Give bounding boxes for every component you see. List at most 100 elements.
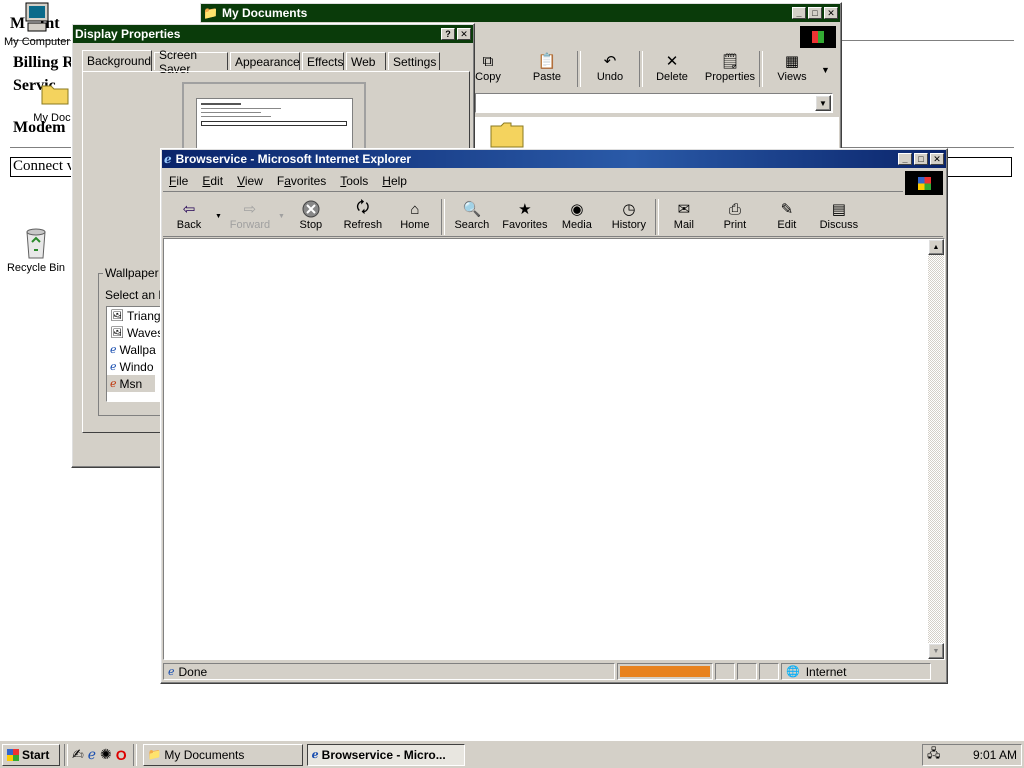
toolbar-label: Favorites bbox=[502, 219, 548, 231]
back-button[interactable]: ⇦ Back bbox=[163, 199, 215, 231]
tab-settings[interactable]: Settings bbox=[388, 52, 440, 70]
tab-web[interactable]: Web bbox=[346, 52, 386, 70]
stop-icon bbox=[301, 199, 321, 219]
billing-heading: Billing R bbox=[13, 54, 74, 71]
windows-logo-icon bbox=[800, 26, 836, 48]
quick-launch: ✍ ℯ ✺ O bbox=[72, 746, 127, 763]
zone-label: Internet bbox=[805, 664, 847, 679]
scroll-up-button[interactable]: ▲ bbox=[928, 239, 944, 255]
ie-content-area[interactable]: ▲ ▼ bbox=[163, 238, 945, 660]
menu-view[interactable]: View bbox=[237, 174, 263, 188]
print-button[interactable]: ⎙ Print bbox=[709, 199, 761, 232]
forward-dropdown-icon[interactable]: ▼ bbox=[278, 213, 285, 220]
mail-button[interactable]: ✉ Mail bbox=[659, 199, 709, 231]
forward-button[interactable]: ⇨ Forward bbox=[222, 199, 278, 231]
chevron-down-icon[interactable]: ▼ bbox=[815, 95, 831, 111]
undo-button[interactable]: ↶ Undo bbox=[581, 51, 639, 83]
ie-launch-icon[interactable]: ℯ bbox=[88, 746, 96, 763]
menu-favorites[interactable]: Favorites bbox=[277, 174, 326, 188]
maximize-button[interactable]: □ bbox=[914, 153, 928, 165]
opera-icon[interactable]: O bbox=[116, 747, 127, 763]
help-button[interactable]: ? bbox=[441, 28, 455, 40]
select-html-label: Select an H bbox=[105, 288, 168, 302]
tab-appearance[interactable]: Appearance bbox=[230, 52, 300, 70]
paste-icon: 📋 bbox=[537, 53, 557, 70]
connect-input-value: Connect v bbox=[13, 158, 75, 174]
show-desktop-icon[interactable]: ✍ bbox=[72, 746, 84, 763]
home-icon: ⌂ bbox=[410, 200, 420, 218]
history-icon: ◷ bbox=[622, 201, 636, 218]
close-button[interactable]: ✕ bbox=[457, 28, 471, 40]
menu-edit[interactable]: Edit bbox=[202, 174, 223, 188]
minimize-button[interactable]: _ bbox=[898, 153, 912, 165]
maximize-button[interactable]: □ bbox=[808, 7, 822, 19]
toolbar-label: Views bbox=[777, 71, 807, 83]
address-combobox[interactable]: ▼ bbox=[475, 93, 833, 113]
taskbar-separator bbox=[64, 743, 68, 766]
tab-effects[interactable]: Effects bbox=[302, 52, 344, 70]
back-dropdown-icon[interactable]: ▼ bbox=[215, 213, 222, 220]
taskbar-item-my-documents[interactable]: 📁 My Documents bbox=[142, 743, 303, 766]
taskbar-item-browservice[interactable]: ℯ Browservice - Micro... bbox=[306, 743, 465, 766]
ie-menubar: File Edit View Favorites Tools Help bbox=[163, 171, 903, 192]
start-button[interactable]: Start bbox=[2, 743, 60, 766]
status-panel-empty bbox=[715, 663, 735, 680]
tab-screen-saver[interactable]: Screen Saver bbox=[154, 48, 228, 76]
folder-icon: 📁 bbox=[203, 6, 218, 20]
history-button[interactable]: ◷ History bbox=[603, 199, 655, 231]
minimize-button[interactable]: _ bbox=[792, 7, 806, 19]
tab-label: Background bbox=[87, 54, 152, 68]
discuss-button[interactable]: ▤ Discuss bbox=[813, 199, 865, 231]
back-arrow-icon: ⇦ bbox=[182, 201, 196, 218]
delete-button[interactable]: ✕ Delete bbox=[643, 51, 701, 83]
views-dropdown-icon[interactable]: ▼ bbox=[821, 65, 830, 75]
home-button[interactable]: ⌂ Home bbox=[389, 199, 441, 232]
refresh-button[interactable]: 🗘 Refresh bbox=[337, 199, 389, 232]
scroll-down-button[interactable]: ▼ bbox=[928, 643, 944, 659]
toolbar-label: Undo bbox=[596, 71, 624, 83]
search-button[interactable]: 🔍 Search bbox=[445, 199, 499, 231]
toolbar-label: Media bbox=[561, 219, 592, 231]
network-tray-icon[interactable]: 🖧 bbox=[927, 744, 940, 765]
tab-background[interactable]: Background bbox=[82, 50, 152, 71]
recycle-bin-icon bbox=[26, 228, 46, 259]
close-button[interactable]: ✕ bbox=[824, 7, 838, 19]
task-label: My Documents bbox=[164, 747, 245, 762]
html-doc-icon: ℯ bbox=[110, 361, 117, 373]
toolbar-label: Refresh bbox=[343, 219, 383, 231]
taskbar: Start ✍ ℯ ✺ O 📁 My Documents ℯ Browservi… bbox=[0, 740, 1024, 768]
list-item-selected[interactable]: ℯ Msn bbox=[107, 375, 155, 392]
edit-button[interactable]: ✎ Edit bbox=[761, 199, 813, 231]
forward-arrow-icon: ⇨ bbox=[243, 201, 257, 218]
paste-button[interactable]: 📋 Paste bbox=[517, 51, 577, 83]
media-button[interactable]: ◉ Media bbox=[551, 199, 603, 231]
ie-titlebar[interactable]: ℯ Browservice - Microsoft Internet Explo… bbox=[162, 150, 946, 168]
tab-label: Effects bbox=[307, 54, 344, 69]
properties-button[interactable]: 🗒 Properties bbox=[701, 51, 759, 83]
computer-icon bbox=[25, 2, 49, 32]
media-launch-icon[interactable]: ✺ bbox=[100, 746, 112, 763]
menu-file[interactable]: File bbox=[169, 174, 188, 188]
menu-tools[interactable]: Tools bbox=[340, 174, 368, 188]
clock[interactable]: 9:01 AM bbox=[973, 748, 1017, 762]
views-button[interactable]: ▦ Views bbox=[763, 51, 821, 83]
desktop-icon-label: My Computer bbox=[3, 36, 71, 48]
toolbar-label: Discuss bbox=[819, 219, 859, 231]
copy-button[interactable]: ⧉ Copy bbox=[475, 51, 501, 84]
display-properties-titlebar[interactable]: Display Properties ? ✕ bbox=[73, 25, 473, 43]
ie-toolbar: ⇦ Back ▼ ⇨ Forward ▼ Stop 🗘 Refresh ⌂ Home 🔍… bbox=[163, 195, 943, 237]
toolbar-label: Print bbox=[723, 219, 747, 231]
desktop-icon-recycle-bin[interactable]: Recycle Bin bbox=[4, 226, 68, 274]
folder-icon[interactable] bbox=[489, 120, 525, 148]
folder-icon bbox=[41, 85, 69, 105]
toolbar-label: Edit bbox=[777, 219, 797, 231]
close-button[interactable]: ✕ bbox=[930, 153, 944, 165]
favorites-button[interactable]: ★ Favorites bbox=[499, 199, 551, 231]
vertical-scrollbar[interactable]: ▲ ▼ bbox=[928, 239, 944, 659]
desktop-icon-my-computer[interactable]: My Computer bbox=[2, 2, 72, 48]
my-documents-titlebar[interactable]: 📁 My Documents _ □ ✕ bbox=[201, 4, 840, 22]
menu-help[interactable]: Help bbox=[382, 174, 407, 188]
windows-logo-icon bbox=[905, 171, 943, 195]
stop-button[interactable]: Stop bbox=[285, 199, 337, 231]
tab-label: Settings bbox=[393, 54, 437, 69]
